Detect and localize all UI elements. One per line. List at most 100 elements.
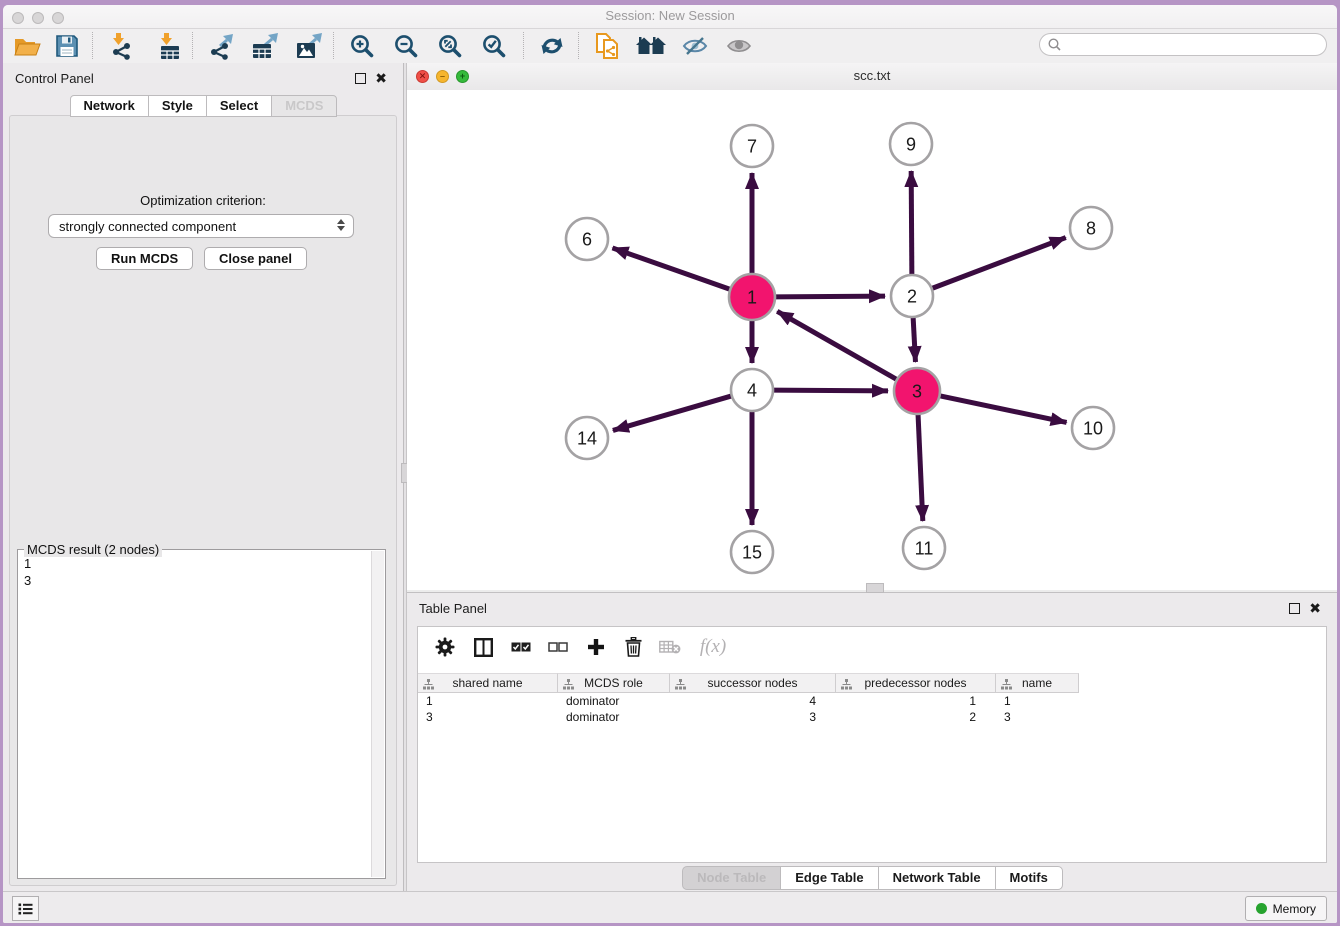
home-view-button[interactable] [635, 31, 667, 61]
tab-style[interactable]: Style [148, 95, 207, 117]
node-4[interactable]: 4 [731, 369, 773, 411]
edge-2-8[interactable] [931, 238, 1066, 289]
svg-text:3: 3 [912, 381, 922, 401]
edge-2-9[interactable] [911, 171, 912, 276]
zoom-fit-button[interactable] [434, 31, 466, 61]
float-table-panel-icon[interactable] [1289, 603, 1300, 614]
node-15[interactable]: 15 [731, 531, 773, 573]
column-header-MCDS-role[interactable]: MCDS role [558, 673, 670, 693]
tab-mcds[interactable]: MCDS [271, 95, 337, 117]
export-image-button[interactable] [293, 31, 325, 61]
float-panel-icon[interactable] [355, 73, 366, 84]
main-toolbar [3, 29, 1337, 64]
cell-shared-name[interactable]: 1 [418, 693, 558, 709]
tab-motifs[interactable]: Motifs [995, 866, 1063, 890]
memory-button[interactable]: Memory [1245, 896, 1327, 921]
table-settings-button[interactable] [430, 633, 460, 661]
cell-shared-name[interactable]: 3 [418, 709, 558, 725]
show-column-panel-button[interactable] [468, 633, 498, 661]
save-session-button[interactable] [51, 31, 83, 61]
task-history-button[interactable] [12, 896, 39, 921]
edge-3-10[interactable] [939, 396, 1067, 423]
network-canvas[interactable]: 7 9 6 8 1 2 4 3 14 10 15 11 [407, 90, 1337, 590]
delete-table-button[interactable] [655, 633, 685, 661]
node-1[interactable]: 1 [729, 274, 775, 320]
table-toolbar: f(x) [418, 627, 1326, 667]
edge-2-3[interactable] [913, 316, 915, 362]
search-input[interactable] [1066, 37, 1326, 53]
zoom-out-button[interactable] [390, 31, 422, 61]
table-row[interactable]: 3dominator323 [418, 709, 1326, 725]
control-panel-title: Control Panel [15, 71, 94, 86]
select-all-button[interactable] [506, 633, 536, 661]
zoom-fit-icon [438, 34, 462, 58]
delete-column-button[interactable] [618, 633, 648, 661]
svg-text:4: 4 [747, 380, 757, 400]
hide-selected-button[interactable] [679, 31, 711, 61]
tab-edge-table[interactable]: Edge Table [780, 866, 878, 890]
cell-successor-nodes[interactable]: 3 [670, 709, 836, 725]
export-table-button[interactable] [249, 31, 281, 61]
node-10[interactable]: 10 [1072, 407, 1114, 449]
edge-3-1[interactable] [777, 311, 898, 380]
network-titlebar[interactable]: ✕ – + scc.txt [407, 63, 1337, 91]
cell-MCDS-role[interactable]: dominator [558, 709, 670, 725]
criterion-dropdown[interactable]: strongly connected component [48, 214, 354, 238]
save-floppy-icon [55, 34, 79, 58]
export-network-button[interactable] [205, 31, 237, 61]
node-14[interactable]: 14 [566, 417, 608, 459]
cell-predecessor-nodes[interactable]: 2 [836, 709, 996, 725]
table-row[interactable]: 1dominator411 [418, 693, 1326, 709]
column-header-predecessor-nodes[interactable]: predecessor nodes [836, 673, 996, 693]
horizontal-splitter-grip[interactable] [866, 583, 884, 593]
run-mcds-button[interactable]: Run MCDS [96, 247, 193, 270]
cell-MCDS-role[interactable]: dominator [558, 693, 670, 709]
close-table-panel-icon[interactable]: ✖ [1309, 600, 1321, 617]
deselect-all-button[interactable] [543, 633, 573, 661]
optimization-label: Optimization criterion: [10, 193, 396, 208]
import-network-icon [108, 33, 135, 60]
mcds-result-box: MCDS result (2 nodes) 13 [17, 549, 386, 879]
svg-text:7: 7 [747, 136, 757, 156]
tab-network-table[interactable]: Network Table [878, 866, 996, 890]
import-network-button[interactable] [105, 31, 137, 61]
function-builder-button[interactable]: f(x) [692, 633, 734, 661]
node-8[interactable]: 8 [1070, 207, 1112, 249]
network-snapshot-button[interactable] [591, 31, 623, 61]
node-11[interactable]: 11 [903, 527, 945, 569]
node-6[interactable]: 6 [566, 218, 608, 260]
column-header-shared-name[interactable]: shared name [418, 673, 558, 693]
import-table-button[interactable] [153, 31, 185, 61]
cell-name[interactable]: 3 [996, 709, 1079, 725]
tab-network[interactable]: Network [70, 95, 149, 117]
cell-predecessor-nodes[interactable]: 1 [836, 693, 996, 709]
tab-select[interactable]: Select [206, 95, 272, 117]
close-panel-icon[interactable]: ✖ [375, 70, 387, 87]
node-3[interactable]: 3 [894, 368, 940, 414]
refresh-button[interactable] [536, 31, 568, 61]
edge-4-3[interactable] [772, 390, 888, 391]
column-header-successor-nodes[interactable]: successor nodes [670, 673, 836, 693]
node-7[interactable]: 7 [731, 125, 773, 167]
cell-name[interactable]: 1 [996, 693, 1079, 709]
node-2[interactable]: 2 [891, 275, 933, 317]
export-table-icon [251, 33, 279, 60]
add-column-button[interactable] [581, 633, 611, 661]
network-graph[interactable]: 7 9 6 8 1 2 4 3 14 10 15 11 [407, 90, 1337, 590]
edge-1-6[interactable] [612, 248, 731, 290]
open-session-button[interactable] [11, 31, 43, 61]
close-panel-button[interactable]: Close panel [204, 247, 307, 270]
result-scrollbar[interactable] [371, 551, 384, 877]
column-header-name[interactable]: name [996, 673, 1079, 693]
cell-successor-nodes[interactable]: 4 [670, 693, 836, 709]
tab-node-table[interactable]: Node Table [682, 866, 781, 890]
zoom-selected-button[interactable] [478, 31, 510, 61]
edge-3-11[interactable] [918, 413, 923, 521]
search-box[interactable] [1039, 33, 1327, 56]
edge-1-2[interactable] [774, 296, 885, 297]
node-9[interactable]: 9 [890, 123, 932, 165]
edge-4-14[interactable] [613, 396, 733, 431]
zoom-selected-icon [482, 34, 506, 58]
show-all-button[interactable] [723, 31, 755, 61]
zoom-in-button[interactable] [346, 31, 378, 61]
